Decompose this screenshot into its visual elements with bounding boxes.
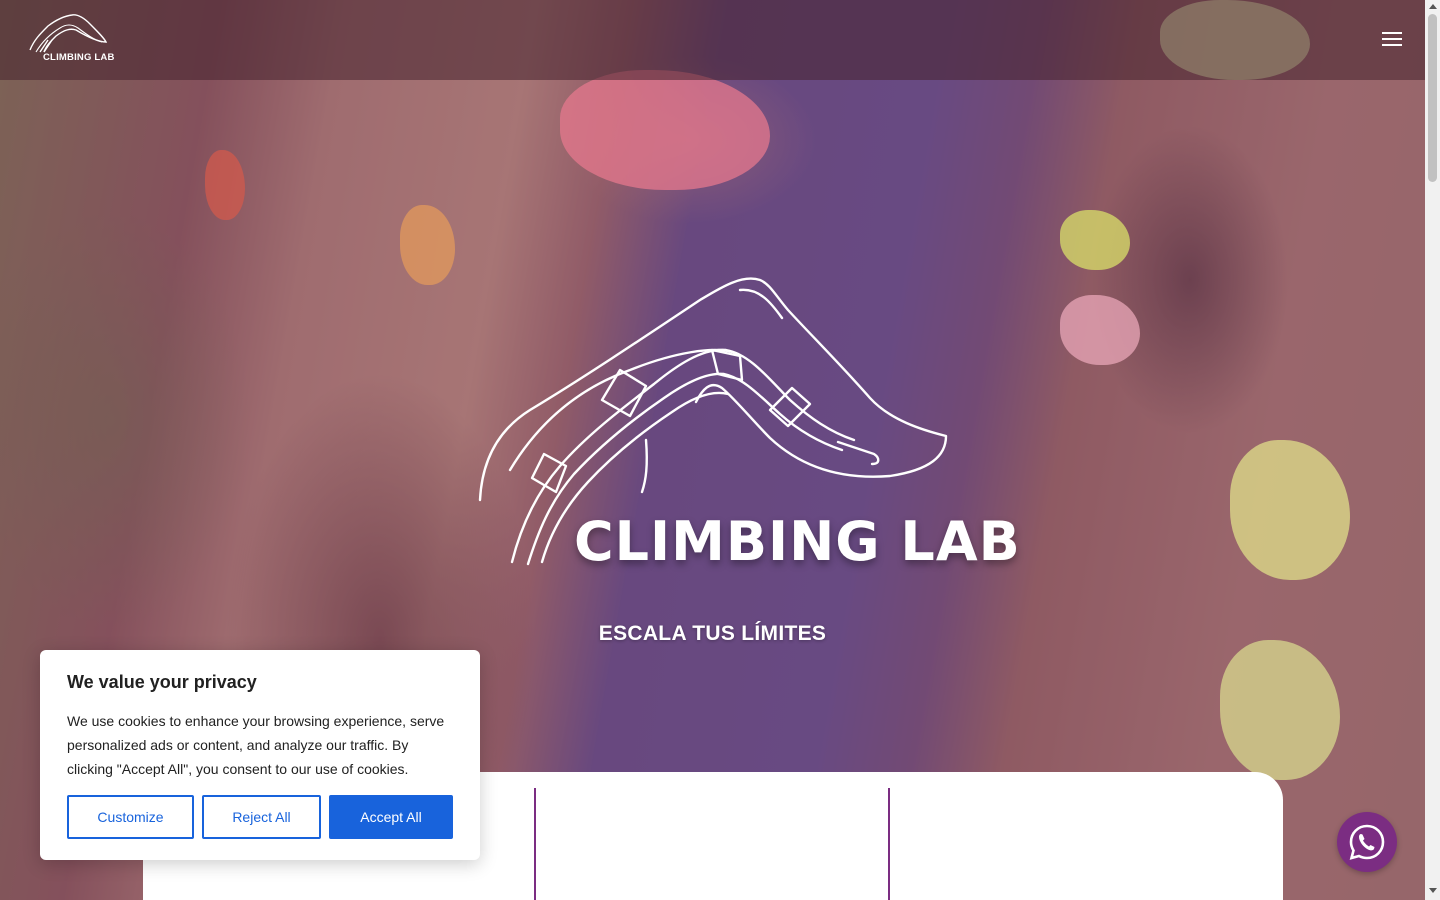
hamburger-menu-button[interactable]	[1379, 29, 1405, 51]
climbing-hold	[560, 70, 770, 190]
cookie-body: We use cookies to enhance your browsing …	[67, 713, 445, 777]
site-header: CLIMBING LAB	[0, 0, 1425, 80]
cookie-buttons: Customize Reject All Accept All	[67, 795, 453, 839]
climbing-hold	[1060, 210, 1130, 270]
climber-logo-icon	[29, 14, 108, 53]
hero-logo: CLIMBING LAB	[470, 270, 1020, 580]
hero-brand-name: CLIMBING LAB	[574, 510, 1021, 573]
hamburger-icon	[1382, 32, 1402, 34]
page-scrollbar[interactable]	[1425, 0, 1440, 900]
whatsapp-icon	[1349, 824, 1385, 860]
hero-tagline: ESCALA TUS LÍMITES	[598, 622, 827, 645]
column-divider	[888, 788, 890, 900]
cookie-consent-banner: We value your privacy We use cookies to …	[40, 650, 480, 860]
scroll-down-arrow-icon[interactable]	[1429, 888, 1437, 893]
whatsapp-button[interactable]	[1337, 812, 1397, 872]
climbing-hold	[205, 150, 245, 220]
climbing-hold	[1230, 440, 1350, 580]
climbing-hold	[400, 205, 455, 285]
climbing-hold	[1220, 640, 1340, 780]
accept-all-button[interactable]: Accept All	[329, 795, 453, 839]
reject-all-button[interactable]: Reject All	[202, 795, 321, 839]
customize-button[interactable]: Customize	[67, 795, 194, 839]
scrollbar-thumb[interactable]	[1428, 14, 1437, 182]
cookie-title: We value your privacy	[67, 672, 257, 692]
scroll-up-arrow-icon[interactable]	[1429, 4, 1437, 9]
climbing-hold	[1060, 295, 1140, 365]
logo-text: CLIMBING LAB	[43, 52, 115, 63]
header-logo[interactable]: CLIMBING LAB	[26, 12, 115, 66]
column-divider	[534, 788, 536, 900]
